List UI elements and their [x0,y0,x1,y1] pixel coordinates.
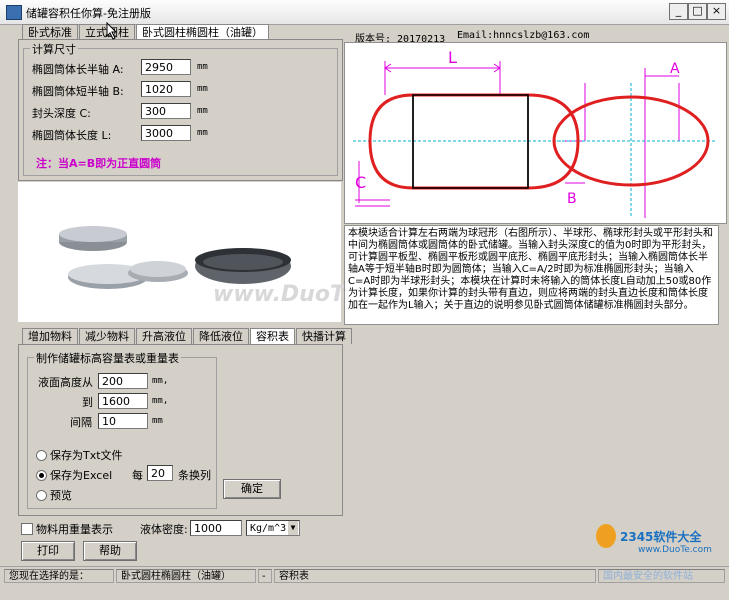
unit-l: mm [197,128,208,138]
step-label: 间隔 [70,416,92,429]
dim-label-a: A [670,61,680,77]
tab-add-material[interactable]: 增加物料 [22,328,78,344]
tab-reduce-material[interactable]: 减少物料 [79,328,135,344]
corner-site: www.DuoTe.com [638,545,712,555]
save-excel-radio[interactable] [36,470,47,481]
logo-icon [596,524,616,548]
save-txt-label[interactable]: 保存为Txt文件 [50,447,123,463]
window-title: 储罐容积任你算-免注册版 [26,7,151,20]
to-unit: mm, [152,396,169,406]
weight-checkbox[interactable] [21,523,33,535]
every-label: 每 [132,469,143,482]
preview-label[interactable]: 预览 [50,487,72,503]
step-unit: mm [152,416,163,426]
status-corner-text: 国内最安全的软件站 [598,569,725,583]
semi-major-axis-input[interactable]: 2950 [141,59,191,75]
calc-group: 计算尺寸 椭圆筒体长半轴 A: 2950 mm 椭圆筒体短半轴 B: 1020 … [23,41,338,176]
density-unit-select[interactable]: Kg/m^3 ▼ [246,520,300,536]
product-photo: www.DuoTe.com [18,182,417,322]
level-to-input[interactable]: 1600 [98,393,148,409]
mouse-cursor-icon [106,22,118,40]
circle-note: 注：当A=B即为正直圆筒 [36,157,162,170]
from-unit: mm, [152,376,169,386]
print-button[interactable]: 打印 [21,541,75,561]
module-tabs: 卧式标准 立式圆柱 卧式圆柱椭圆柱（油罐） [22,24,270,41]
status-selected-label: 您现在选择的是： [4,569,114,583]
field-label-b: 椭圆筒体短半轴 B: [32,85,124,98]
calc-panel: 计算尺寸 椭圆筒体长半轴 A: 2950 mm 椭圆筒体短半轴 B: 1020 … [18,39,343,181]
dim-label-c: C [355,173,366,192]
every-suffix: 条换列 [178,469,211,482]
density-label: 液体密度: [140,523,188,536]
step-input[interactable]: 10 [98,413,148,429]
module-description: 本模块适合计算左右两端为球冠形（右图所示）、半球形、椭球形封头或平形封头和中间为… [344,225,719,325]
volume-table-group: 制作储罐标高容量表或重量表 液面高度从 200 mm, 到 1600 mm, 间… [27,350,217,509]
to-label: 到 [82,396,93,409]
confirm-button[interactable]: 确定 [223,479,281,499]
minimize-button[interactable]: _ [669,3,688,20]
field-label-a: 椭圆筒体长半轴 A: [32,63,124,76]
volume-table-panel: 制作储罐标高容量表或重量表 液面高度从 200 mm, 到 1600 mm, 间… [18,344,343,516]
app-icon [6,5,22,20]
status-bar: 您现在选择的是： 卧式圆柱椭圆柱（油罐） - 容积表 国内最安全的软件站 [0,566,729,585]
tab-horizontal-standard[interactable]: 卧式标准 [22,24,78,40]
tank-drawing: L C A B [353,48,717,218]
maximize-button[interactable]: □ [688,3,707,20]
tank-diagram: L C A B [344,42,727,224]
chevron-down-icon[interactable]: ▼ [288,521,298,535]
save-excel-label[interactable]: 保存为Excel [50,467,112,483]
shell-length-input[interactable]: 3000 [141,125,191,141]
status-module: 卧式圆柱椭圆柱（油罐） [116,569,256,583]
status-separator: - [258,569,272,583]
volume-table-legend: 制作储罐标高容量表或重量表 [34,350,181,366]
unit-c: mm [197,106,208,116]
close-button[interactable]: × [707,3,726,20]
weight-checkbox-label[interactable]: 物料用重量表示 [36,521,113,537]
tab-volume-table[interactable]: 容积表 [250,328,295,345]
status-page: 容积表 [274,569,596,583]
unit-a: mm [197,62,208,72]
level-from-input[interactable]: 200 [98,373,148,389]
dim-label-l: L [448,48,457,67]
save-txt-radio[interactable] [36,450,47,461]
field-label-c: 封头深度 C: [32,107,91,120]
head-depth-input[interactable]: 300 [141,103,191,119]
unit-b: mm [197,84,208,94]
preview-radio[interactable] [36,490,47,501]
tab-quick-calc[interactable]: 快播计算 [296,328,352,344]
tab-lower-level[interactable]: 降低液位 [193,328,249,344]
email-label: Email:hnncslzb@163.com [457,30,590,41]
tab-raise-level[interactable]: 升高液位 [136,328,192,344]
density-unit-value: Kg/m^3 [250,523,287,534]
calc-group-legend: 计算尺寸 [30,41,78,57]
dim-label-b: B [567,191,577,207]
semi-minor-axis-input[interactable]: 1020 [141,81,191,97]
from-label: 液面高度从 [38,376,93,389]
function-tabs: 增加物料 减少物料 升高液位 降低液位 容积表 快播计算 [22,328,353,345]
density-input[interactable]: 1000 [190,520,242,536]
corner-logo: 2345软件大全 [620,530,702,544]
rows-per-column-input[interactable]: 20 [147,465,173,481]
field-label-l: 椭圆筒体长度 L: [32,129,112,142]
help-button[interactable]: 帮助 [83,541,137,561]
